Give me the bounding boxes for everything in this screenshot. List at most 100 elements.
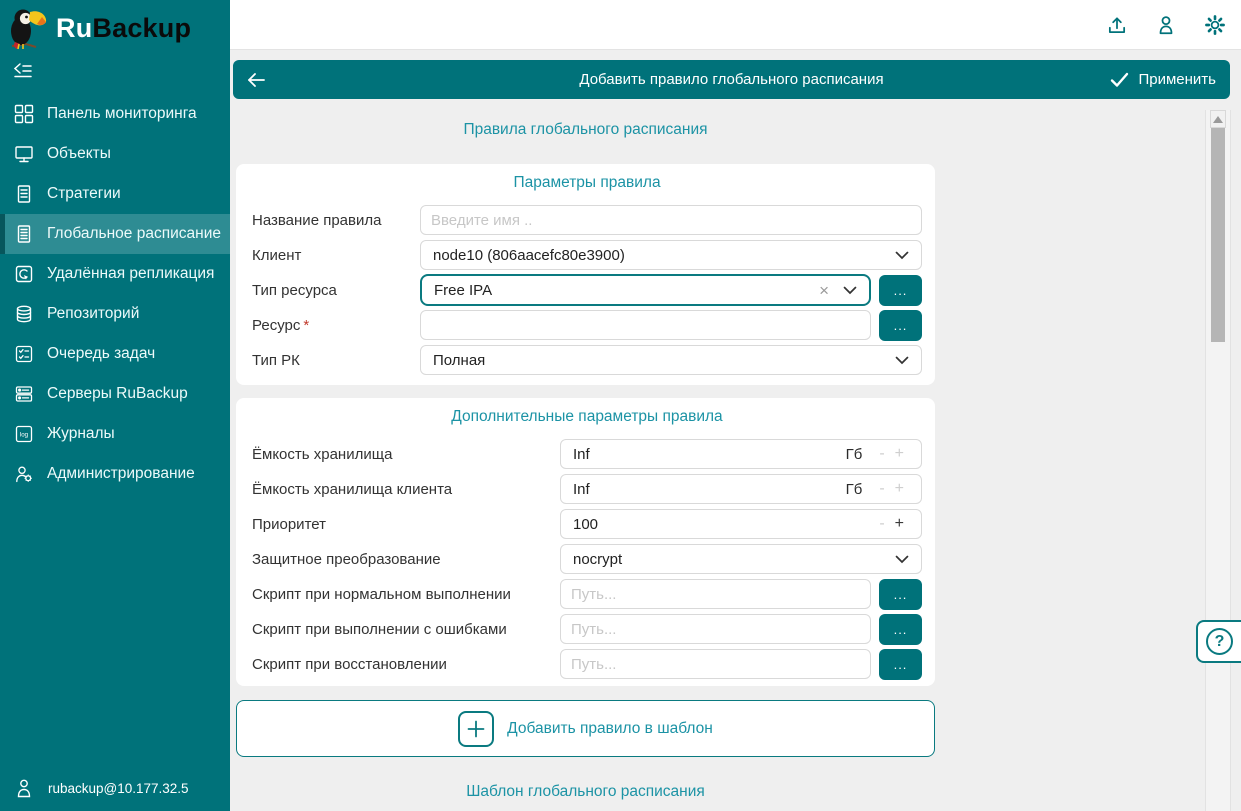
repository-icon — [13, 303, 35, 325]
minus-button[interactable]: - — [874, 516, 889, 532]
sidebar-item-logs[interactable]: log Журналы — [0, 414, 230, 454]
add-rule-to-template-button[interactable]: Добавить правило в шаблон — [236, 700, 935, 757]
backup-type-row: Тип РК Полная — [252, 345, 922, 375]
user-icon — [15, 778, 33, 798]
rule-parameters-card: Параметры правила Название правила Клиен… — [236, 164, 935, 385]
priority-row: Приоритет 100 - + — [252, 509, 922, 539]
client-label: Клиент — [252, 247, 420, 264]
svg-text:log: log — [20, 432, 29, 439]
monitor-icon — [13, 143, 35, 165]
plus-button[interactable]: + — [890, 481, 909, 497]
priority-stepper[interactable]: 100 - + — [560, 509, 922, 539]
rule-name-label: Название правила — [252, 212, 420, 229]
script-ok-input[interactable] — [560, 579, 871, 609]
client-storage-capacity-stepper[interactable]: Inf Гб - + — [560, 474, 922, 504]
backup-type-select[interactable]: Полная — [420, 345, 922, 375]
rule-name-input[interactable] — [420, 205, 922, 235]
sidebar-item-label: Глобальное расписание — [47, 225, 221, 243]
chevron-down-icon — [843, 286, 857, 295]
crypto-row: Защитное преобразование nocrypt — [252, 544, 922, 574]
script-restore-input[interactable] — [560, 649, 871, 679]
scrollbar-thumb[interactable] — [1211, 128, 1225, 342]
chevron-down-icon — [895, 555, 909, 564]
sidebar-item-label: Журналы — [47, 425, 115, 443]
page-title: Добавить правило глобального расписания — [233, 71, 1230, 88]
session-user-label: rubackup@10.177.32.5 — [48, 781, 189, 796]
sidebar-item-administration[interactable]: Администрирование — [0, 454, 230, 494]
priority-label: Приоритет — [252, 516, 560, 533]
client-select[interactable]: node10 (806aacefc80e3900) — [420, 240, 922, 270]
user-icon[interactable] — [1154, 13, 1178, 37]
resource-label: Ресурс* — [252, 317, 420, 334]
logs-icon: log — [13, 423, 35, 445]
plus-button[interactable]: + — [890, 516, 909, 532]
minus-button[interactable]: - — [874, 481, 889, 497]
sidebar-item-repository[interactable]: Репозиторий — [0, 294, 230, 334]
minus-button[interactable]: - — [874, 446, 889, 462]
crypto-select[interactable]: nocrypt — [560, 544, 922, 574]
unit-label: Гб — [846, 446, 863, 463]
resource-more-button[interactable]: ... — [879, 310, 922, 341]
sidebar-item-label: Стратегии — [47, 185, 121, 203]
client-storage-capacity-value: Inf — [573, 481, 846, 498]
rule-parameters-title: Параметры правила — [252, 174, 922, 194]
apply-label: Применить — [1138, 71, 1216, 88]
sidebar-item-global-schedule[interactable]: Глобальное расписание — [0, 214, 230, 254]
plus-icon — [458, 711, 494, 747]
rules-section-title: Правила глобального расписания — [236, 121, 935, 139]
client-storage-capacity-row: Ёмкость хранилища клиента Inf Гб - + — [252, 474, 922, 504]
script-error-more-button[interactable]: ... — [879, 614, 922, 645]
triangle-up-icon — [1213, 116, 1223, 123]
resource-input[interactable] — [420, 310, 871, 340]
sidebar-item-label: Объекты — [47, 145, 111, 163]
sidebar-menu: Панель мониторинга Объекты Стратегии Гло… — [0, 94, 230, 494]
crypto-select-value: nocrypt — [573, 551, 895, 568]
sidebar-item-label: Администрирование — [47, 465, 195, 483]
script-error-input[interactable] — [560, 614, 871, 644]
sidebar-collapse-icon[interactable] — [12, 62, 36, 82]
back-button[interactable] — [233, 60, 279, 99]
crypto-label: Защитное преобразование — [252, 551, 560, 568]
storage-capacity-stepper[interactable]: Inf Гб - + — [560, 439, 922, 469]
sidebar-item-objects[interactable]: Объекты — [0, 134, 230, 174]
sidebar-item-remote-replication[interactable]: Удалённая репликация — [0, 254, 230, 294]
servers-icon — [13, 383, 35, 405]
script-ok-label: Скрипт при нормальном выполнении — [252, 586, 560, 603]
script-error-label: Скрипт при выполнении с ошибками — [252, 621, 560, 638]
resource-type-row: Тип ресурса Free IPA × ... — [252, 275, 922, 305]
sidebar-item-strategies[interactable]: Стратегии — [0, 174, 230, 214]
main-content: Добавить правило глобального расписания … — [230, 50, 1241, 811]
page-header: Добавить правило глобального расписания … — [233, 60, 1230, 99]
script-ok-more-button[interactable]: ... — [879, 579, 922, 610]
scroll-up-button[interactable] — [1210, 110, 1226, 128]
vertical-scrollbar[interactable] — [1205, 110, 1231, 811]
unit-label: Гб — [846, 481, 863, 498]
brand-name: RuBackup — [56, 13, 191, 44]
resource-type-more-button[interactable]: ... — [879, 275, 922, 306]
strategies-icon — [13, 183, 35, 205]
script-restore-more-button[interactable]: ... — [879, 649, 922, 680]
session-user[interactable]: rubackup@10.177.32.5 — [0, 765, 230, 811]
clear-icon[interactable]: × — [819, 282, 829, 299]
app-logo[interactable]: RuBackup — [0, 0, 230, 52]
rule-name-row: Название правила — [252, 205, 922, 235]
chevron-down-icon — [895, 356, 909, 365]
check-icon — [1109, 71, 1130, 89]
resource-row: Ресурс* ... — [252, 310, 922, 340]
plus-button[interactable]: + — [890, 446, 909, 462]
storage-capacity-row: Ёмкость хранилища Inf Гб - + — [252, 439, 922, 469]
resource-type-combobox[interactable]: Free IPA × — [420, 274, 871, 306]
settings-gear-icon[interactable] — [1203, 13, 1227, 37]
apply-button[interactable]: Применить — [1109, 71, 1230, 89]
replication-icon — [13, 263, 35, 285]
help-button[interactable]: ? — [1196, 620, 1241, 663]
sidebar-item-monitoring[interactable]: Панель мониторинга — [0, 94, 230, 134]
backup-type-label: Тип РК — [252, 352, 420, 369]
sidebar-item-servers[interactable]: Серверы RuBackup — [0, 374, 230, 414]
required-asterisk: * — [303, 317, 309, 334]
sidebar-item-label: Репозиторий — [47, 305, 139, 323]
export-icon[interactable] — [1105, 13, 1129, 37]
sidebar-item-label: Удалённая репликация — [47, 265, 214, 283]
priority-value: 100 — [573, 516, 874, 533]
sidebar-item-task-queue[interactable]: Очередь задач — [0, 334, 230, 374]
